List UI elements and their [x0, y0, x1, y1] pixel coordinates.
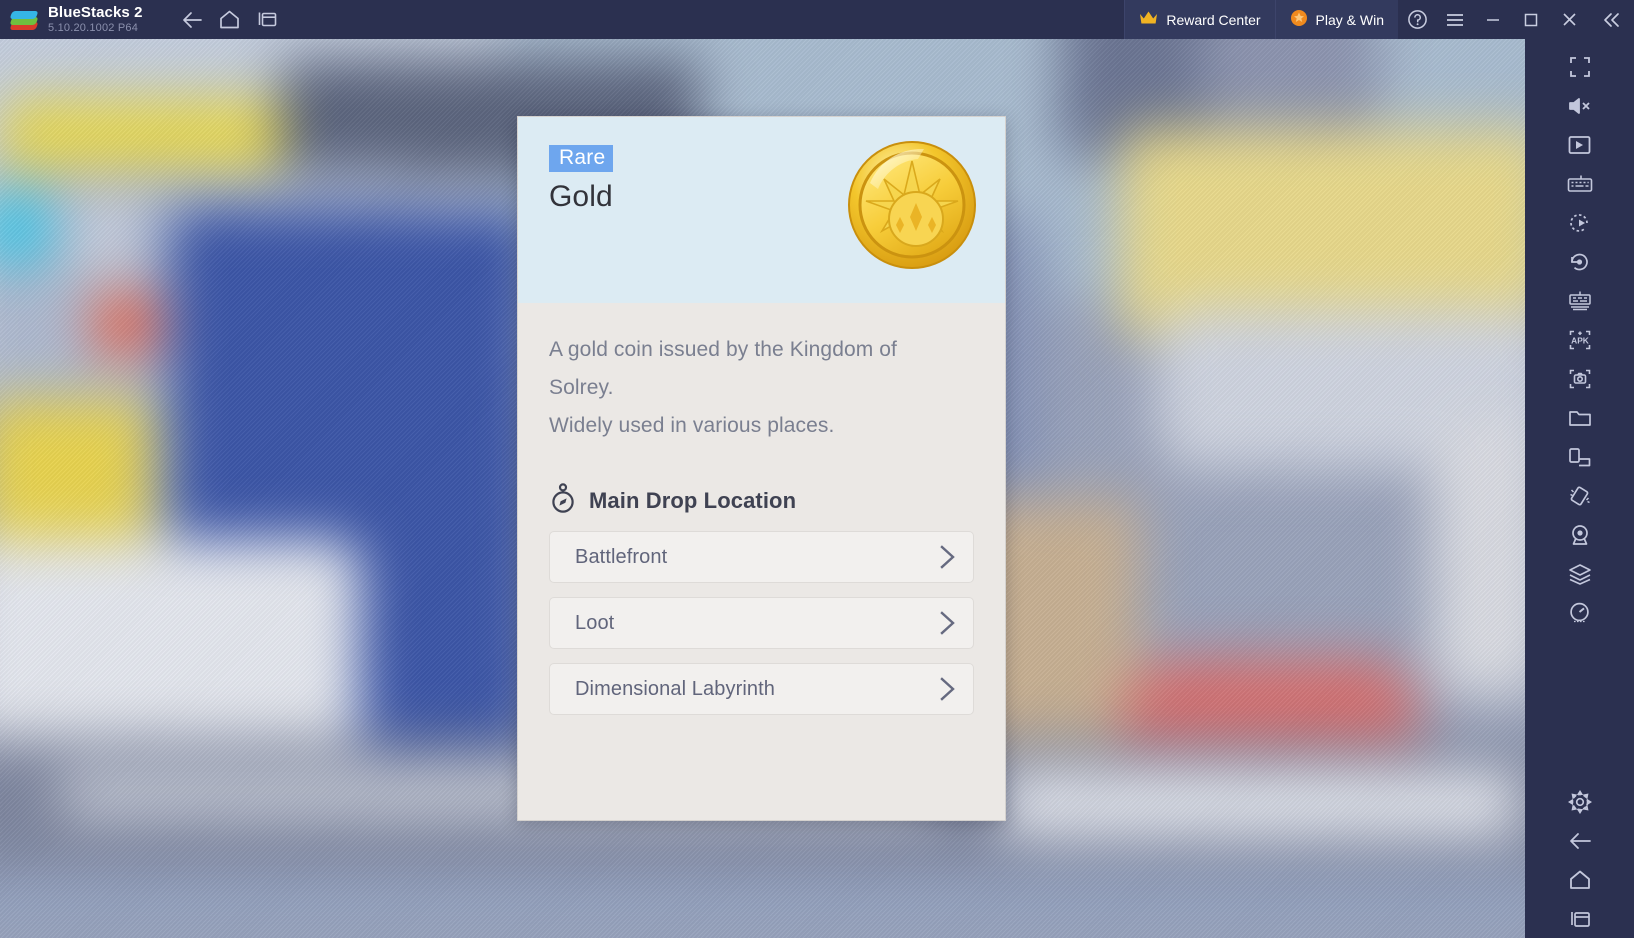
minimize-button[interactable]: [1474, 0, 1512, 39]
performance-meter-icon[interactable]: [1525, 593, 1634, 632]
help-icon[interactable]: [1398, 0, 1436, 39]
play-and-win-label: Play & Win: [1315, 11, 1384, 28]
drop-location-row-dimensional-labyrinth[interactable]: Dimensional Labyrinth: [549, 663, 974, 715]
drop-location-label: Battlefront: [575, 545, 668, 568]
titlebar: BlueStacks 2 5.10.20.1002 P64 Reward Cen…: [0, 0, 1634, 39]
back-icon[interactable]: [173, 0, 211, 39]
item-description-line-1: A gold coin issued by the Kingdom of: [549, 338, 897, 361]
play-and-win-button[interactable]: Play & Win: [1274, 0, 1398, 39]
drop-location-label: Dimensional Labyrinth: [575, 677, 775, 700]
close-button[interactable]: [1550, 0, 1588, 39]
emulator-sidebar: APK: [1525, 39, 1634, 938]
item-dialog-body: A gold coin issued by the Kingdom of Sol…: [518, 303, 1005, 820]
macro-recorder-icon[interactable]: [1525, 203, 1634, 242]
main-drop-location-title: Main Drop Location: [589, 487, 797, 513]
settings-icon[interactable]: [1525, 782, 1634, 821]
maximize-button[interactable]: [1512, 0, 1550, 39]
drop-location-row-loot[interactable]: Loot: [549, 597, 974, 649]
gold-coin-icon: [846, 139, 978, 271]
app-version: 5.10.20.1002 P64: [48, 22, 139, 34]
chevron-right-icon[interactable]: [937, 608, 959, 638]
rarity-badge: Rare: [549, 145, 614, 172]
app-title: BlueStacks 2: [48, 4, 143, 21]
main-drop-location-header: Main Drop Location: [549, 483, 974, 518]
item-description-line-2: Solrey.: [549, 376, 614, 399]
menu-icon[interactable]: [1436, 0, 1474, 39]
chevron-right-icon[interactable]: [937, 542, 959, 572]
shake-icon[interactable]: [1525, 476, 1634, 515]
fullscreen-icon[interactable]: [1525, 47, 1634, 86]
script-icon[interactable]: [1525, 242, 1634, 281]
back-icon[interactable]: [1525, 821, 1634, 860]
reward-center-button[interactable]: Reward Center: [1124, 0, 1275, 39]
location-icon[interactable]: [1525, 515, 1634, 554]
multi-instance-icon[interactable]: [249, 0, 287, 39]
drop-location-row-battlefront[interactable]: Battlefront: [549, 531, 974, 583]
game-controls-icon[interactable]: [1525, 125, 1634, 164]
item-detail-dialog: Rare Gold A gold coin issued by the King…: [517, 116, 1006, 821]
keyboard-icon[interactable]: [1525, 164, 1634, 203]
item-description-line-3: Widely used in various places.: [549, 414, 835, 437]
rotate-screen-icon[interactable]: [1525, 437, 1634, 476]
collapse-sidebar-button[interactable]: [1588, 0, 1634, 39]
recents-icon[interactable]: [1525, 899, 1634, 938]
home-icon[interactable]: [1525, 860, 1634, 899]
chevron-right-icon[interactable]: [937, 674, 959, 704]
drop-location-label: Loot: [575, 611, 615, 634]
media-folder-icon[interactable]: [1525, 398, 1634, 437]
item-dialog-header: Rare Gold: [518, 117, 1005, 303]
crown-icon: [1139, 10, 1158, 29]
compass-icon: [549, 483, 577, 518]
eco-mode-icon[interactable]: [1525, 554, 1634, 593]
app-window: Rare Gold A gold coin issued by the King…: [0, 0, 1634, 938]
svg-text:APK: APK: [1571, 335, 1589, 345]
screenshot-icon[interactable]: [1525, 359, 1634, 398]
mute-icon[interactable]: [1525, 86, 1634, 125]
multi-instance-sync-icon[interactable]: [1525, 281, 1634, 320]
home-icon[interactable]: [211, 0, 249, 39]
reward-center-label: Reward Center: [1166, 11, 1261, 28]
bluestacks-logo-icon: [9, 7, 39, 33]
install-apk-icon[interactable]: APK: [1525, 320, 1634, 359]
medal-icon: [1290, 9, 1308, 30]
